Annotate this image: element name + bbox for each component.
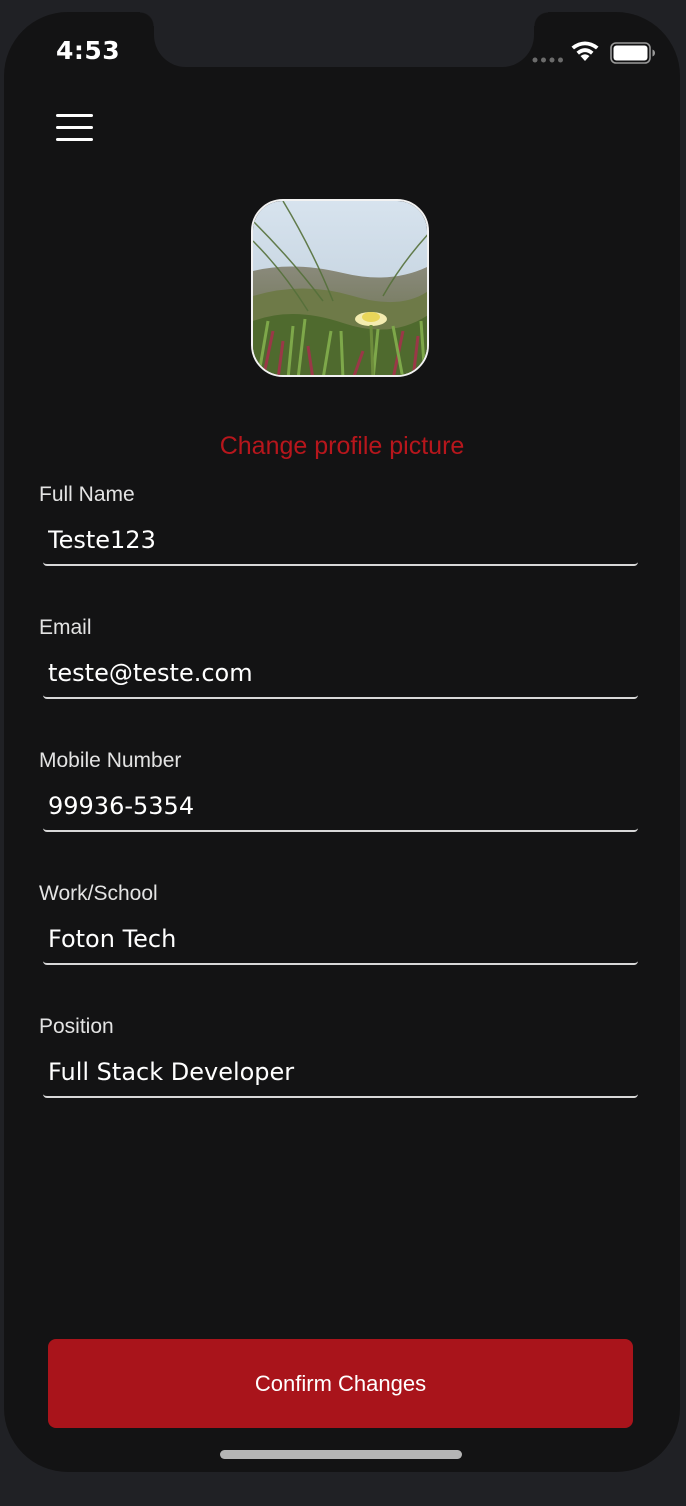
email-field: Email: [39, 615, 639, 699]
change-profile-picture-link[interactable]: Change profile picture: [4, 432, 680, 461]
mobile-number-label: Mobile Number: [39, 749, 182, 772]
device-frame: 4:53 Change profile picture Full Name Te…: [0, 0, 686, 1506]
mobile-number-input[interactable]: [43, 782, 638, 832]
wifi-icon: [571, 41, 599, 61]
profile-picture[interactable]: [251, 199, 429, 377]
status-time: 4:53: [56, 36, 121, 65]
profile-photo-image: [253, 201, 427, 375]
mobile-number-field: Mobile Number: [39, 748, 639, 832]
signal-dots-icon: [532, 57, 563, 63]
full-name-label: Full Name: [39, 483, 135, 506]
email-label: Email: [39, 616, 92, 639]
full-name-input[interactable]: [43, 516, 638, 566]
position-input[interactable]: [43, 1048, 638, 1098]
position-label: Position: [39, 1015, 114, 1038]
hamburger-menu-icon[interactable]: [54, 110, 98, 150]
work-school-field: Work/School: [39, 881, 639, 965]
home-indicator: [220, 1450, 462, 1459]
work-school-input[interactable]: [43, 915, 638, 965]
confirm-changes-button[interactable]: Confirm Changes: [48, 1339, 633, 1428]
email-input[interactable]: [43, 649, 638, 699]
work-school-label: Work/School: [39, 882, 158, 905]
app-screen: 4:53 Change profile picture Full Name Te…: [4, 12, 680, 1472]
battery-full-icon: [610, 42, 655, 64]
full-name-field: Full Name: [39, 482, 639, 566]
device-notch: [140, 12, 548, 67]
position-field: Position: [39, 1014, 639, 1098]
